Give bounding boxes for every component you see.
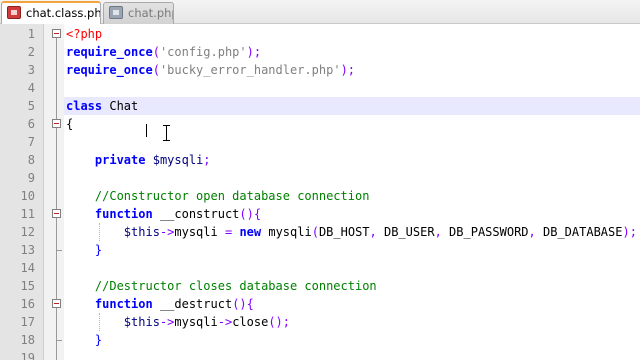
code-line: 10 //Constructor open database connectio… bbox=[0, 187, 640, 205]
code-line: 18 } bbox=[0, 331, 640, 349]
tab-chat-class-php[interactable]: chat.class.php bbox=[1, 1, 101, 24]
line-number: 1 bbox=[27, 27, 35, 41]
line-code: function __destruct(){ bbox=[94, 297, 254, 311]
line-number: 17 bbox=[20, 315, 35, 329]
code-line: 12 $this->mysqli = new mysqli(DB_HOST, D… bbox=[0, 223, 640, 241]
line-number: 5 bbox=[27, 99, 35, 113]
code-line: 17 $this->mysqli->close(); bbox=[0, 313, 640, 331]
code-line: 9 bbox=[0, 169, 640, 187]
line-number: 18 bbox=[20, 333, 35, 347]
code-line: 2 require_once('config.php'); bbox=[0, 43, 640, 61]
code-line: 1 <?php bbox=[0, 25, 640, 43]
line-number: 13 bbox=[20, 243, 35, 257]
line-number: 14 bbox=[20, 261, 35, 275]
line-code: } bbox=[66, 333, 103, 347]
line-number: 9 bbox=[27, 171, 35, 185]
line-code: { bbox=[66, 117, 74, 131]
fold-toggle-icon[interactable] bbox=[52, 29, 61, 38]
code-line: 7 bbox=[0, 133, 640, 151]
line-code: } bbox=[66, 243, 103, 257]
line-code: require_once('bucky_error_handler.php'); bbox=[66, 63, 356, 77]
code-editor[interactable]: 1 <?php 2 require_once('config.php'); 3 … bbox=[0, 24, 640, 360]
code-line: 3 require_once('bucky_error_handler.php'… bbox=[0, 61, 640, 79]
line-code: function __construct(){ bbox=[94, 207, 262, 221]
line-number: 12 bbox=[20, 225, 35, 239]
line-number: 8 bbox=[27, 153, 35, 167]
code-line: 8 private $mysqli; bbox=[0, 151, 640, 169]
tab-label: chat.class.php bbox=[26, 6, 101, 20]
line-number: 2 bbox=[27, 45, 35, 59]
line-code: <?php bbox=[66, 27, 103, 41]
line-code: private $mysqli; bbox=[94, 153, 211, 167]
line-number: 3 bbox=[27, 63, 35, 77]
tab-label: chat.php bbox=[128, 6, 174, 20]
line-number: 7 bbox=[27, 135, 35, 149]
fold-end-marker bbox=[56, 241, 62, 251]
file-modified-icon bbox=[7, 6, 21, 19]
line-code: //Destructor closes database connection bbox=[66, 279, 377, 293]
line-number: 15 bbox=[20, 279, 35, 293]
indent-guide bbox=[99, 313, 100, 331]
line-number: 4 bbox=[27, 81, 35, 95]
line-code: $this->mysqli = new mysqli(DB_HOST, DB_U… bbox=[123, 225, 637, 239]
code-line: 4 bbox=[0, 79, 640, 97]
tab-bar: chat.class.php chat.php bbox=[0, 0, 640, 24]
line-number: 6 bbox=[27, 117, 35, 131]
code-line: 13 } bbox=[0, 241, 640, 259]
file-saved-icon bbox=[109, 6, 123, 19]
indent-guide bbox=[99, 223, 100, 241]
code-line: 15 //Destructor closes database connecti… bbox=[0, 277, 640, 295]
notepad-editor-window: chat.class.php chat.php 1 <?php 2 requir… bbox=[0, 0, 640, 360]
fold-toggle-icon[interactable] bbox=[52, 209, 61, 218]
line-code: //Constructor open database connection bbox=[66, 189, 370, 203]
tab-chat-php[interactable]: chat.php bbox=[103, 2, 174, 24]
fold-end-marker bbox=[56, 331, 62, 341]
code-line: 11 function __construct(){ bbox=[0, 205, 640, 223]
code-line: 14 bbox=[0, 259, 640, 277]
code-line: 16 function __destruct(){ bbox=[0, 295, 640, 313]
code-line: 6 { bbox=[0, 115, 640, 133]
line-number: 10 bbox=[20, 189, 35, 203]
fold-toggle-icon[interactable] bbox=[52, 299, 61, 308]
code-line-current: 5 class Chat bbox=[0, 97, 640, 115]
code-line: 19 bbox=[0, 349, 640, 360]
ibeam-cursor-icon bbox=[163, 125, 171, 141]
line-number: 11 bbox=[20, 207, 35, 221]
text-caret bbox=[146, 124, 147, 137]
line-number: 16 bbox=[20, 297, 35, 311]
fold-toggle-icon[interactable] bbox=[52, 119, 61, 128]
line-number: 19 bbox=[20, 351, 35, 360]
line-code: class Chat bbox=[64, 97, 640, 115]
line-code: require_once('config.php'); bbox=[66, 45, 262, 59]
line-code: $this->mysqli->close(); bbox=[123, 315, 291, 329]
